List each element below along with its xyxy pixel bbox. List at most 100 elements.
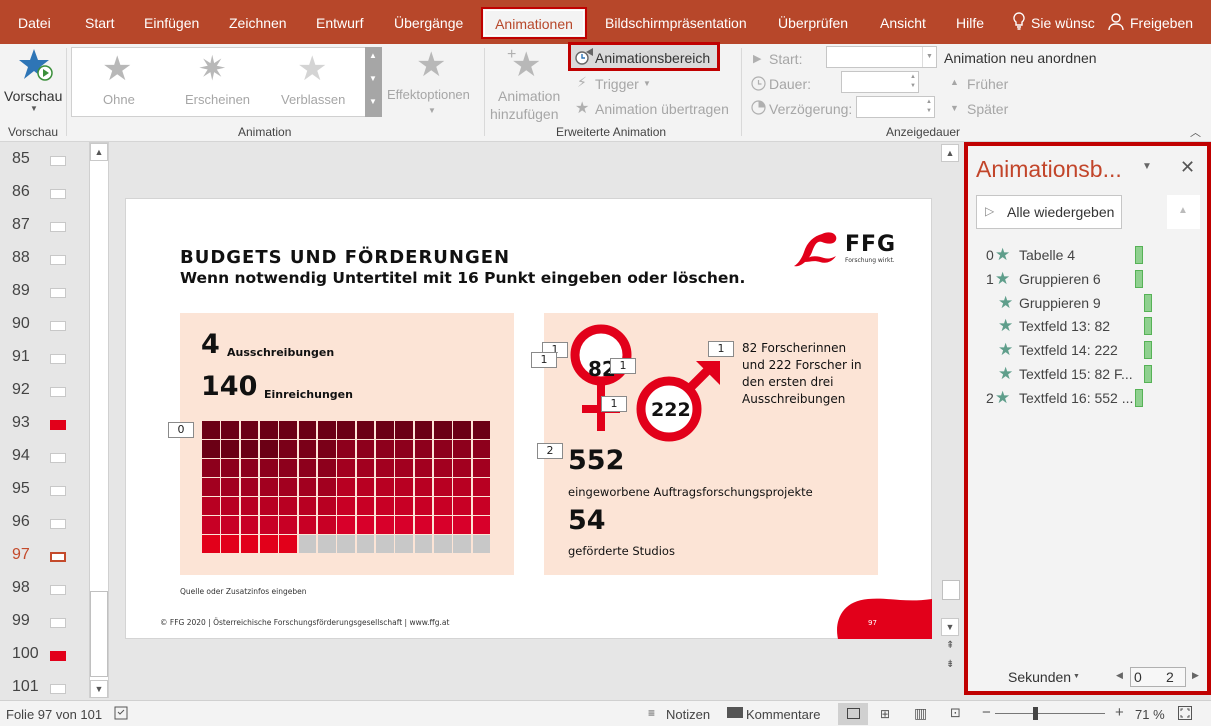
tab-einfuegen[interactable]: Einfügen <box>144 0 199 44</box>
editor-scroll-up-icon[interactable]: ▲ <box>941 144 959 162</box>
zoom-out-icon[interactable]: − <box>982 704 991 721</box>
tab-start[interactable]: Start <box>85 0 115 44</box>
animation-tag[interactable]: 0 <box>168 422 194 438</box>
thumbnail-slide[interactable]: 93 <box>0 411 90 444</box>
animation-tag[interactable]: 1 <box>531 352 557 368</box>
thumbnail-slide[interactable]: 91 <box>0 345 90 378</box>
thumbnails-scrollbar[interactable]: ▲ ▼ <box>89 142 109 698</box>
animation-item[interactable]: ★ Textfeld 14: 222 <box>968 340 1206 362</box>
thumbnail-slide[interactable]: 95 <box>0 477 90 510</box>
animation-timing-bar[interactable] <box>1144 317 1152 336</box>
tab-uebergaenge[interactable]: Übergänge <box>394 0 463 44</box>
later-button[interactable]: ▼ Später <box>948 99 1018 119</box>
tab-entwurf[interactable]: Entwurf <box>316 0 363 44</box>
thumbnail-slide[interactable]: 97 <box>0 543 90 576</box>
animation-item[interactable]: 2 ★ Textfeld 16: 552 ... <box>968 388 1206 410</box>
editor-scroll-down-icon[interactable]: ▼ <box>941 618 959 636</box>
comments-button[interactable]: Kommentare <box>725 701 825 725</box>
animation-timing-bar[interactable] <box>1135 269 1143 288</box>
thumbnail-slide[interactable]: 87 <box>0 213 90 246</box>
gallery-scrollbar[interactable]: ▲ ▼ ▼ <box>365 47 382 117</box>
tab-animationen[interactable]: Animationen <box>481 7 587 39</box>
thumbnail-slide[interactable]: 92 <box>0 378 90 411</box>
tab-bildschirmpraesentation[interactable]: Bildschirmpräsentation <box>605 0 747 44</box>
animation-timing-bar[interactable] <box>1135 246 1143 264</box>
thumbnail-slide[interactable]: 94 <box>0 444 90 477</box>
animation-item[interactable]: ★ Textfeld 15: 82 F... <box>968 364 1206 386</box>
fit-to-window-icon[interactable] <box>1178 706 1192 723</box>
animation-tag[interactable]: 2 <box>537 443 563 459</box>
reading-view-icon[interactable]: ▥ <box>914 705 927 722</box>
animation-item[interactable]: 0 ★ Tabelle 4 <box>968 245 1206 267</box>
thumbnail-slide[interactable]: 100 <box>0 642 90 675</box>
animation-gallery-item-none[interactable]: ★ Ohne <box>90 50 152 112</box>
animation-item[interactable]: ★ Textfeld 13: 82 <box>968 316 1206 338</box>
zoom-slider-thumb[interactable] <box>1033 707 1038 720</box>
thumbnail-slide[interactable]: 98 <box>0 576 90 609</box>
scroll-thumb[interactable] <box>90 591 108 677</box>
thumbnail-slide[interactable]: 90 <box>0 312 90 345</box>
animation-timing-bar[interactable] <box>1135 388 1143 407</box>
timeline-right-icon[interactable]: ▶ <box>1192 670 1199 681</box>
pane-close-icon[interactable]: ✕ <box>1180 157 1195 178</box>
thumbnail-slide[interactable]: 88 <box>0 246 90 279</box>
source-note[interactable]: Quelle oder Zusatzinfos eingeben <box>180 587 306 596</box>
tell-me-search[interactable]: Sie wünsc <box>1031 0 1095 44</box>
animation-tag[interactable]: 1 <box>601 396 627 412</box>
timeline-left-icon[interactable]: ◀ <box>1116 670 1123 681</box>
preview-button[interactable]: Vorschau ▼ <box>2 46 64 120</box>
tab-ueberpruefen[interactable]: Überprüfen <box>778 0 848 44</box>
waffle-chart[interactable] <box>202 421 492 554</box>
start-select[interactable]: ▼ <box>826 46 937 68</box>
tab-zeichnen[interactable]: Zeichnen <box>229 0 287 44</box>
scroll-up-icon[interactable]: ▲ <box>90 143 108 161</box>
move-up-button[interactable]: ▲ <box>1167 195 1200 229</box>
animation-painter-button[interactable]: ★ Animation übertragen <box>575 99 737 119</box>
tab-hilfe[interactable]: Hilfe <box>956 0 984 44</box>
thumbnail-slide[interactable]: 96 <box>0 510 90 543</box>
seconds-dropdown[interactable]: Sekunden ▼ <box>1008 667 1088 687</box>
editor-scroll-thumb[interactable] <box>942 580 960 600</box>
animation-item[interactable]: 1 ★ Gruppieren 6 <box>968 269 1206 291</box>
earlier-button[interactable]: ▲ Früher <box>948 74 1018 94</box>
thumbnail-slide[interactable]: 99 <box>0 609 90 642</box>
thumbnail-slide[interactable]: 85 <box>0 147 90 180</box>
slideshow-icon[interactable]: ⊡ <box>950 705 961 721</box>
collapse-ribbon-icon[interactable]: ︿ <box>1190 124 1201 140</box>
zoom-slider[interactable] <box>995 707 1105 720</box>
slide-title[interactable]: BUDGETS UND FÖRDERUNGEN <box>180 247 510 268</box>
animation-tag[interactable]: 1 <box>708 341 734 357</box>
animation-gallery-item-appear[interactable]: ✷ Erscheinen <box>178 50 258 112</box>
animation-timing-bar[interactable] <box>1144 365 1152 383</box>
scroll-down-icon[interactable]: ▼ <box>90 680 108 698</box>
play-all-button[interactable]: ▷ Alle wiedergeben <box>976 195 1122 229</box>
zoom-in-icon[interactable]: + <box>1115 704 1124 721</box>
thumbnail-slide[interactable]: 86 <box>0 180 90 213</box>
animation-gallery-item-fade[interactable]: ★ Verblassen <box>275 50 355 112</box>
share-button[interactable]: Freigeben <box>1130 0 1193 44</box>
slide-subtitle[interactable]: Wenn notwendig Untertitel mit 16 Punkt e… <box>180 269 745 287</box>
spellcheck-icon[interactable] <box>114 706 130 723</box>
zoom-level[interactable]: 71 % <box>1135 707 1165 722</box>
animation-pane-button[interactable]: Animationsbereich <box>568 42 720 71</box>
add-animation-button[interactable]: ★ + Animation hinzufügen <box>487 46 569 122</box>
pane-options-icon[interactable]: ▼ <box>1142 161 1152 172</box>
prev-slide-icon[interactable]: ⇞ <box>946 640 954 651</box>
tab-ansicht[interactable]: Ansicht <box>880 0 926 44</box>
duration-spinner[interactable]: ▲ ▼ <box>841 71 919 93</box>
next-slide-icon[interactable]: ⇟ <box>946 659 954 670</box>
delay-spinner[interactable]: ▲ ▼ <box>856 96 935 118</box>
animation-timing-bar[interactable] <box>1144 293 1152 312</box>
effect-options-button[interactable]: ★ Effektoptionen ▼ <box>384 46 480 120</box>
tab-datei[interactable]: Datei <box>18 0 51 44</box>
slide-97[interactable]: BUDGETS UND FÖRDERUNGEN Wenn notwendig U… <box>125 198 932 639</box>
notes-button[interactable]: ≡ Notizen <box>646 701 714 725</box>
thumbnail-slide[interactable]: 89 <box>0 279 90 312</box>
animation-tag[interactable]: 1 <box>610 358 636 374</box>
animation-timing-bar[interactable] <box>1144 341 1152 360</box>
trigger-button[interactable]: ⚡ Trigger ▼ <box>575 74 665 94</box>
editor-scrollbar[interactable]: ▲ ▼ ⇞ ⇟ <box>941 142 961 700</box>
animation-item[interactable]: ★ Gruppieren 9 <box>968 293 1206 315</box>
normal-view-icon[interactable] <box>838 703 868 725</box>
slide-sorter-icon[interactable]: ⊞ <box>880 707 890 721</box>
